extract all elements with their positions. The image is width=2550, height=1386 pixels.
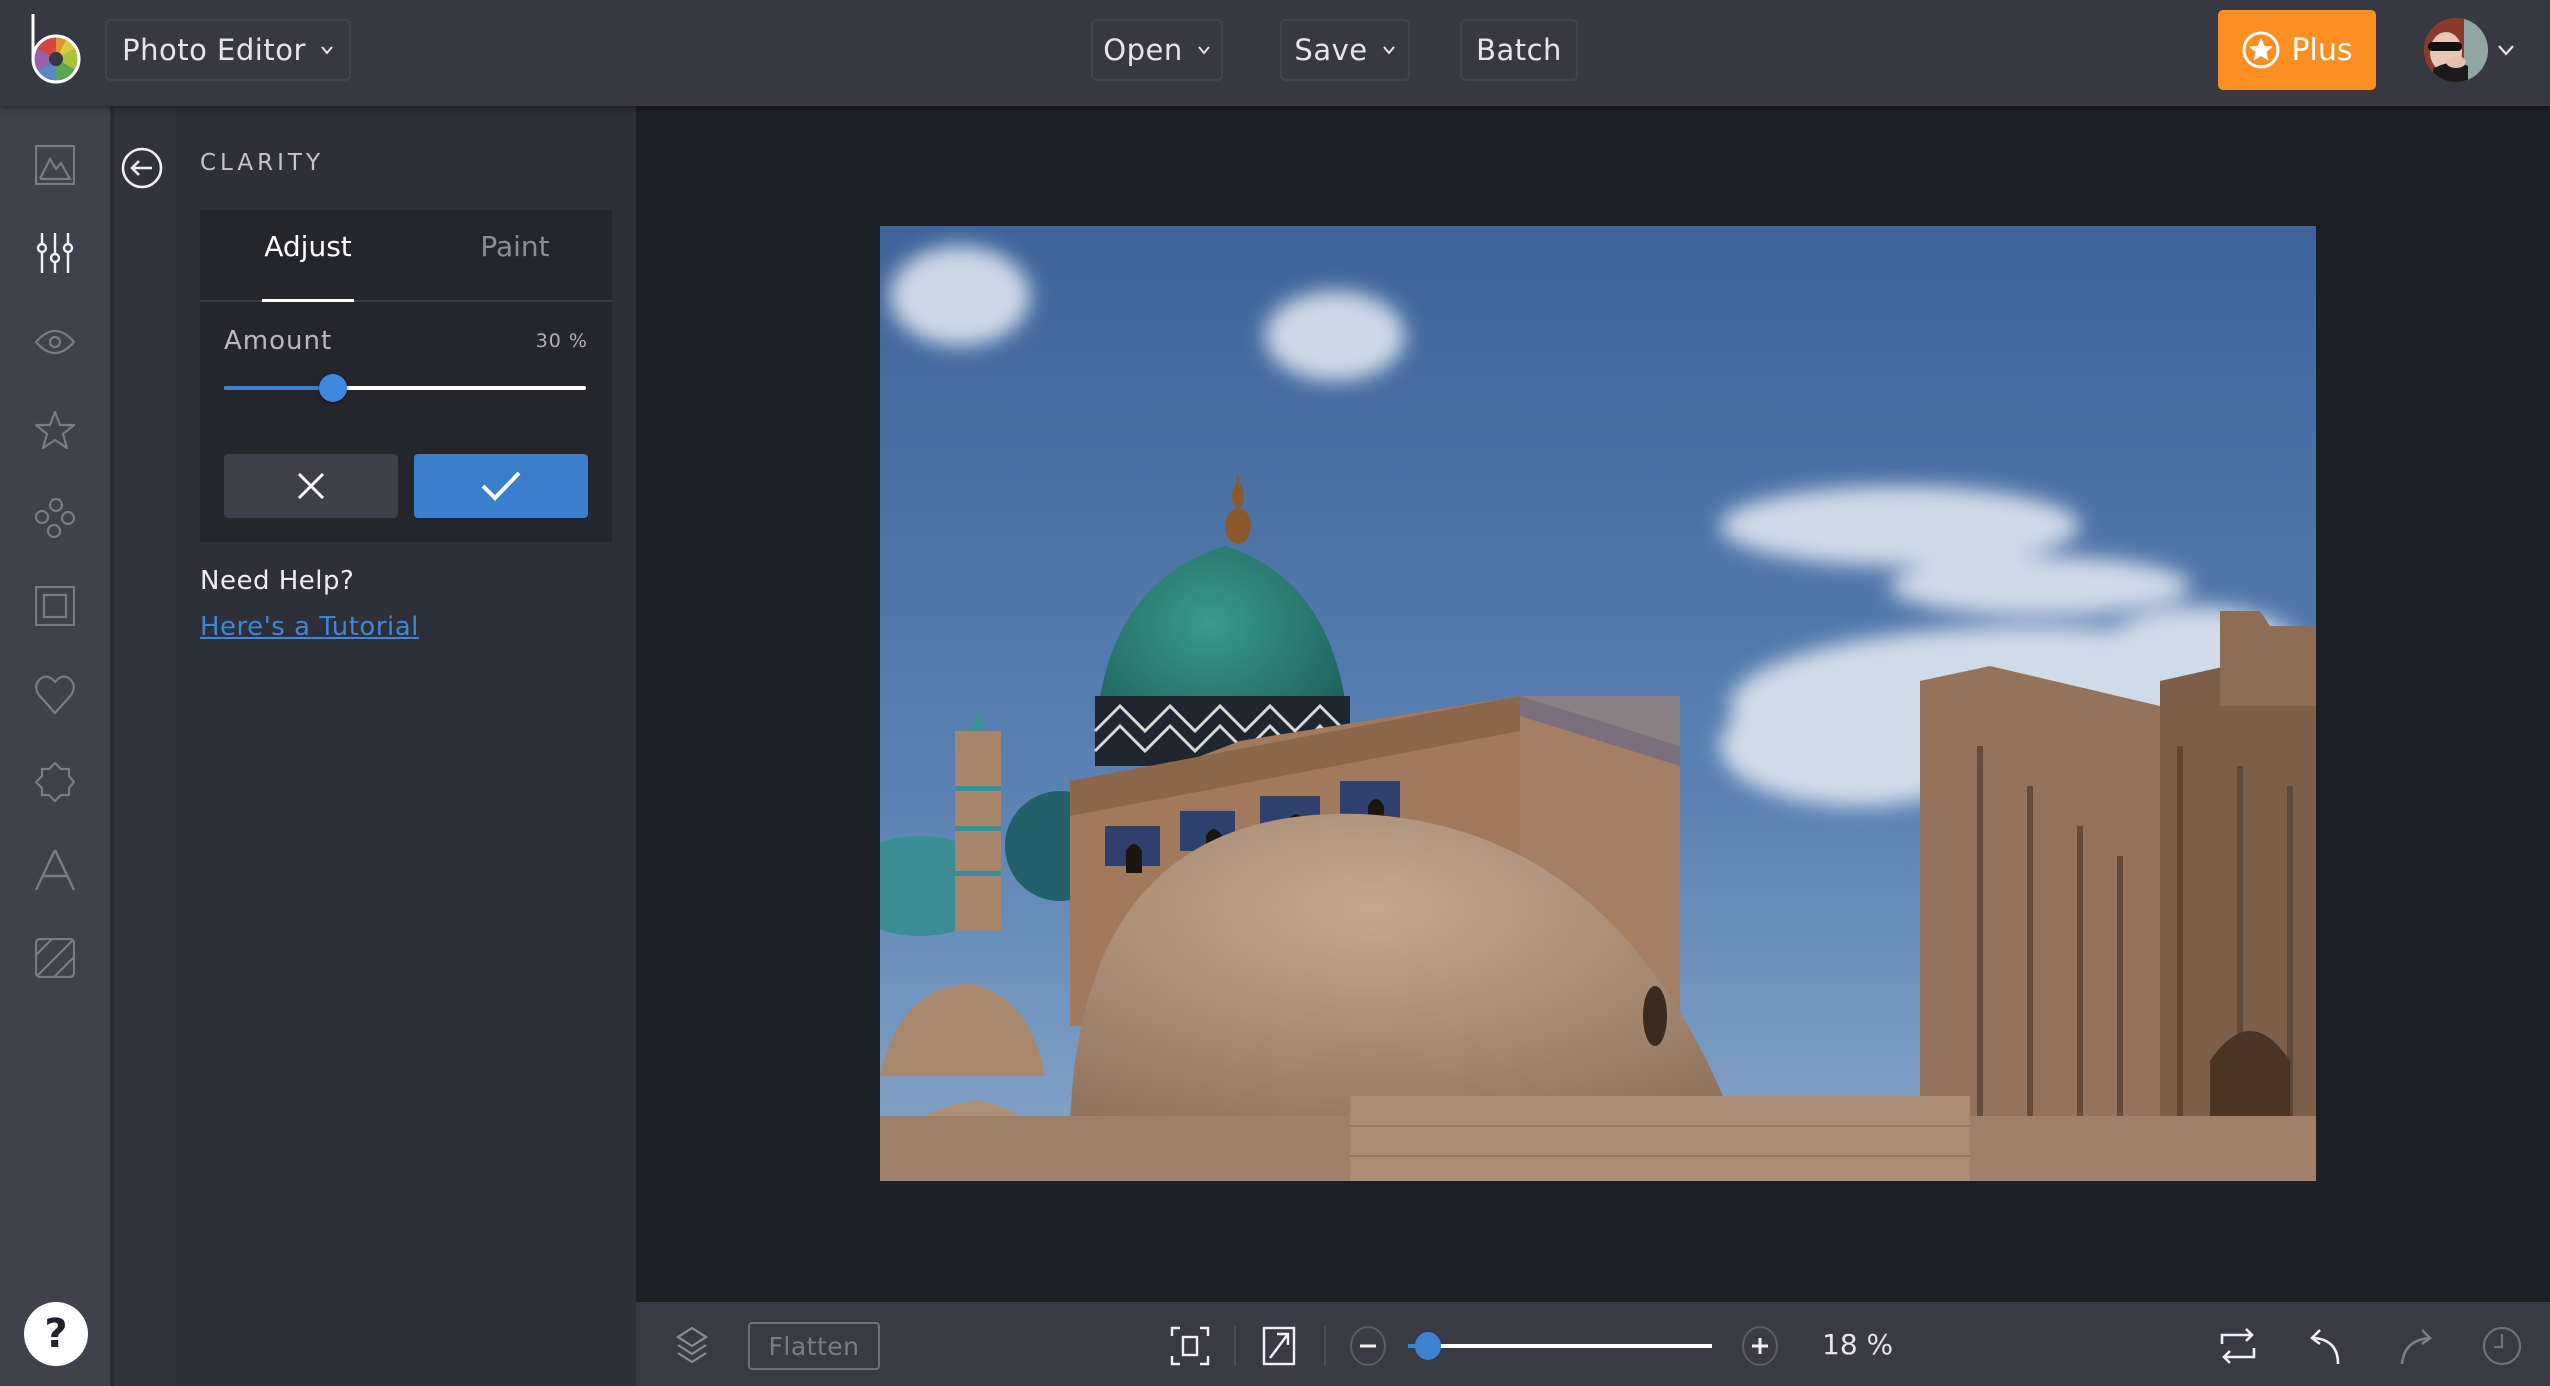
- compare-icon[interactable]: [2220, 1326, 2260, 1366]
- text-icon: [34, 847, 76, 891]
- chevron-down-icon: [1382, 46, 1395, 55]
- help-button[interactable]: ?: [24, 1302, 88, 1366]
- star-icon: [34, 410, 76, 450]
- back-arrow-icon[interactable]: [120, 146, 164, 190]
- tab-adjust[interactable]: Adjust: [262, 230, 354, 300]
- tutorial-link[interactable]: Here's a Tutorial: [200, 612, 419, 642]
- amount-slider[interactable]: [224, 372, 586, 404]
- active-tab-indicator: [262, 299, 354, 302]
- flatten-button[interactable]: Flatten: [748, 1322, 880, 1370]
- zoom-level: 18 %: [1822, 1328, 1894, 1361]
- toolbar-divider: [1324, 1326, 1326, 1366]
- avatar-photo: [2424, 18, 2488, 82]
- rail-item-text[interactable]: [34, 847, 76, 891]
- fit-to-screen-icon[interactable]: [1170, 1326, 1210, 1366]
- plus-label: Plus: [2291, 32, 2353, 68]
- history-icon[interactable]: [2482, 1326, 2522, 1366]
- actual-size-icon[interactable]: [1262, 1326, 1302, 1366]
- zoom-slider[interactable]: [1408, 1330, 1712, 1362]
- plus-icon: [1752, 1338, 1768, 1354]
- app-selector-dropdown[interactable]: Photo Editor: [105, 19, 351, 81]
- image-icon: [34, 144, 76, 186]
- frame-icon: [34, 585, 76, 627]
- tab-paint[interactable]: Paint: [470, 230, 560, 300]
- rail-item-graphics[interactable]: [35, 674, 75, 715]
- top-bar: Photo Editor Open Save Batch Plus: [0, 0, 2550, 106]
- back-column: [110, 106, 176, 1386]
- rail-item-textures[interactable]: [34, 937, 76, 979]
- batch-label: Batch: [1476, 33, 1562, 67]
- rail-item-overlays[interactable]: [34, 761, 76, 803]
- eye-icon: [34, 329, 76, 355]
- badge-icon: [34, 761, 76, 803]
- amount-value: 30 %: [535, 330, 588, 352]
- befunky-logo-icon[interactable]: [28, 14, 84, 84]
- undo-icon[interactable]: [2308, 1326, 2348, 1366]
- zoom-slider-track: [1408, 1344, 1712, 1348]
- panel-title: CLARITY: [200, 150, 324, 176]
- amount-slider-fill: [224, 386, 333, 390]
- chevron-down-icon[interactable]: [2497, 43, 2515, 57]
- amount-slider-thumb[interactable]: [318, 374, 347, 402]
- save-button[interactable]: Save: [1280, 19, 1410, 81]
- minus-icon: [1360, 1344, 1376, 1348]
- rail-item-effects[interactable]: [34, 322, 76, 362]
- zoom-out-button[interactable]: [1350, 1326, 1386, 1366]
- save-label: Save: [1294, 33, 1368, 67]
- plus-upgrade-button[interactable]: Plus: [2218, 10, 2376, 90]
- app-selector-label: Photo Editor: [122, 33, 306, 67]
- tool-rail: [0, 106, 110, 1386]
- open-label: Open: [1103, 33, 1183, 67]
- rail-item-edit[interactable]: [34, 144, 76, 186]
- redo-icon[interactable]: [2396, 1326, 2436, 1366]
- layers-icon[interactable]: [672, 1326, 712, 1366]
- help-heading: Need Help?: [200, 566, 355, 596]
- apply-button[interactable]: [414, 454, 588, 518]
- help-question-icon: ?: [44, 1311, 68, 1357]
- rail-item-touchup[interactable]: [34, 497, 76, 539]
- rail-item-favorites[interactable]: [34, 410, 76, 450]
- zoom-slider-thumb[interactable]: [1415, 1332, 1442, 1360]
- chevron-down-icon: [1197, 46, 1210, 55]
- open-button[interactable]: Open: [1091, 19, 1223, 81]
- cancel-button[interactable]: [224, 454, 398, 518]
- toolbar-divider: [1234, 1326, 1236, 1366]
- close-icon: [297, 472, 325, 500]
- sliders-icon: [36, 233, 74, 273]
- texture-icon: [34, 937, 76, 979]
- photo-editor-app: Photo Editor Open Save Batch Plus ? CLAR…: [0, 0, 2550, 1386]
- zoom-in-button[interactable]: [1742, 1326, 1778, 1366]
- chevron-down-icon: [321, 46, 333, 55]
- batch-button[interactable]: Batch: [1460, 19, 1578, 81]
- heart-icon: [35, 675, 75, 715]
- rail-item-adjust[interactable]: [35, 233, 75, 273]
- star-badge-icon: [2242, 31, 2280, 69]
- circles-icon: [34, 497, 76, 539]
- checkmark-icon: [481, 471, 521, 501]
- amount-label: Amount: [224, 326, 333, 356]
- flatten-label: Flatten: [768, 1331, 860, 1361]
- rail-item-frames[interactable]: [34, 585, 76, 627]
- user-avatar[interactable]: [2424, 18, 2488, 82]
- photo-canvas[interactable]: [880, 226, 2316, 1181]
